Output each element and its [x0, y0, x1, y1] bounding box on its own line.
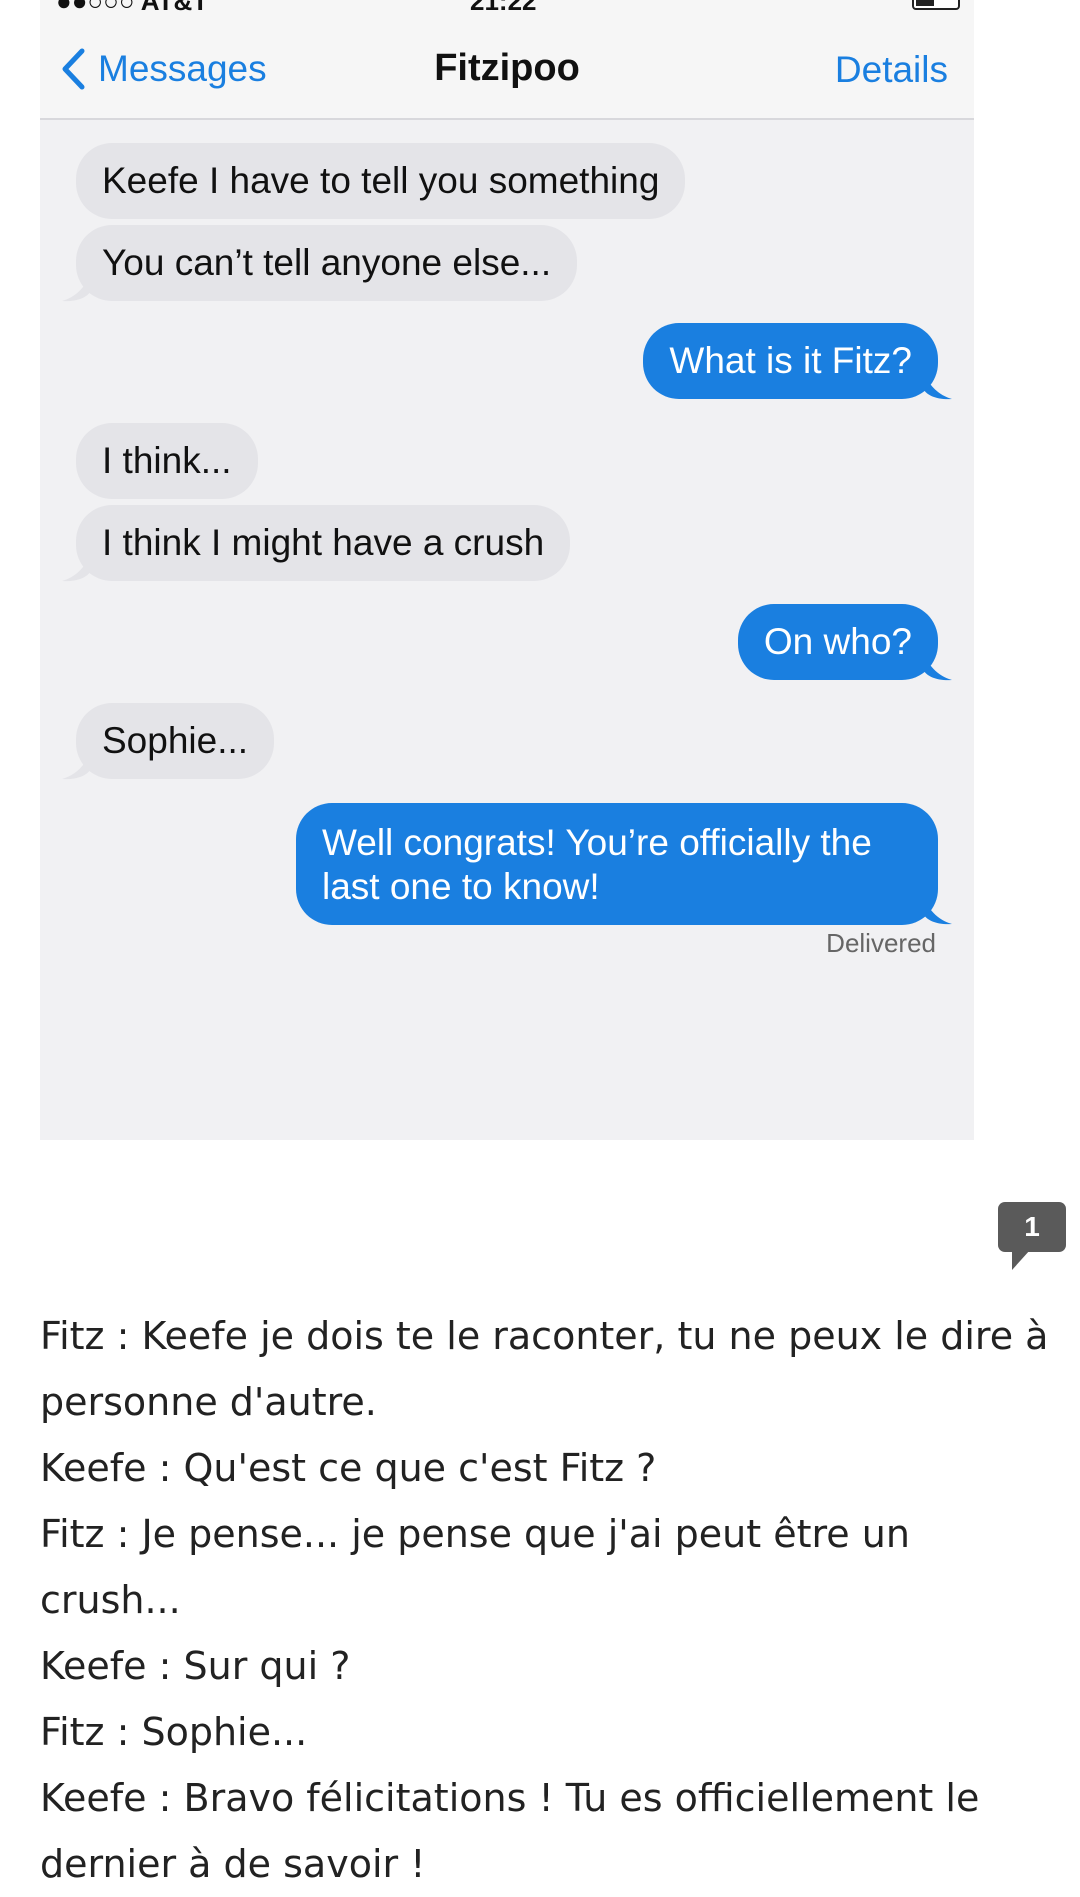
message-text-line: Well congrats! You’re officially the [322, 822, 872, 863]
message-text-line: last one to know! [322, 866, 600, 907]
message-bubble-outgoing: Well congrats! You’re officially the las… [296, 803, 938, 925]
details-button[interactable]: Details [835, 49, 948, 91]
translation-line: Fitz : Je pense... je pense que j'ai peu… [40, 1512, 910, 1622]
message-bubble-incoming: I think I might have a crush [76, 505, 571, 581]
conversation-header: Messages Fitzipoo Details [40, 20, 974, 120]
message-screenshot: ●●○○○ AT&T 21:22 Messages Fitzipoo Detai… [40, 0, 974, 1140]
bubble-tail-incoming [62, 754, 90, 780]
message-text: I think... [102, 440, 232, 481]
battery-icon [912, 0, 960, 10]
bubble-tail-incoming [62, 556, 90, 582]
translation-line: personne d'autre. [40, 1380, 377, 1424]
translation-text: Fitz : Keefe je dois te le raconter, tu … [40, 1303, 1050, 1897]
translation-line: Keefe : Qu'est ce que c'est Fitz ? [40, 1446, 657, 1490]
message-bubble-incoming: Sophie... [76, 703, 275, 779]
carrier-label: ●●○○○ AT&T [56, 0, 209, 16]
message-text: You can’t tell anyone else... [102, 242, 552, 283]
bubble-tail-outgoing [924, 899, 952, 925]
comment-count-badge[interactable]: 1 [998, 1202, 1066, 1270]
clock: 21:22 [470, 0, 537, 16]
message-text: What is it Fitz? [669, 340, 912, 381]
conversation-title: Fitzipoo [434, 47, 580, 89]
message-bubble-incoming: You can’t tell anyone else... [76, 225, 578, 301]
message-bubble-outgoing: What is it Fitz? [643, 323, 938, 399]
message-bubble-incoming: I think... [76, 423, 258, 499]
bubble-tail-outgoing [924, 374, 952, 400]
message-text: On who? [763, 621, 912, 662]
translation-line: Fitz : Keefe je dois te le raconter, tu … [40, 1314, 1049, 1358]
message-text: I think I might have a crush [102, 522, 545, 563]
translation-line: Keefe : Bravo félicitations ! Tu es offi… [40, 1776, 980, 1820]
translation-line: dernier à de savoir ! [40, 1842, 426, 1886]
message-bubble-incoming: Keefe I have to tell you something [76, 143, 686, 219]
bubble-tail-incoming [62, 276, 90, 302]
bubble-tail-outgoing [924, 655, 952, 681]
delivery-status: Delivered [826, 928, 936, 958]
message-bubble-outgoing: On who? [737, 604, 938, 680]
message-text: Keefe I have to tell you something [102, 160, 660, 201]
translation-line: Fitz : Sophie... [40, 1710, 308, 1754]
message-text: Sophie... [102, 720, 249, 761]
translation-line: Keefe : Sur qui ? [40, 1644, 351, 1688]
status-bar: ●●○○○ AT&T 21:22 [40, 0, 974, 20]
